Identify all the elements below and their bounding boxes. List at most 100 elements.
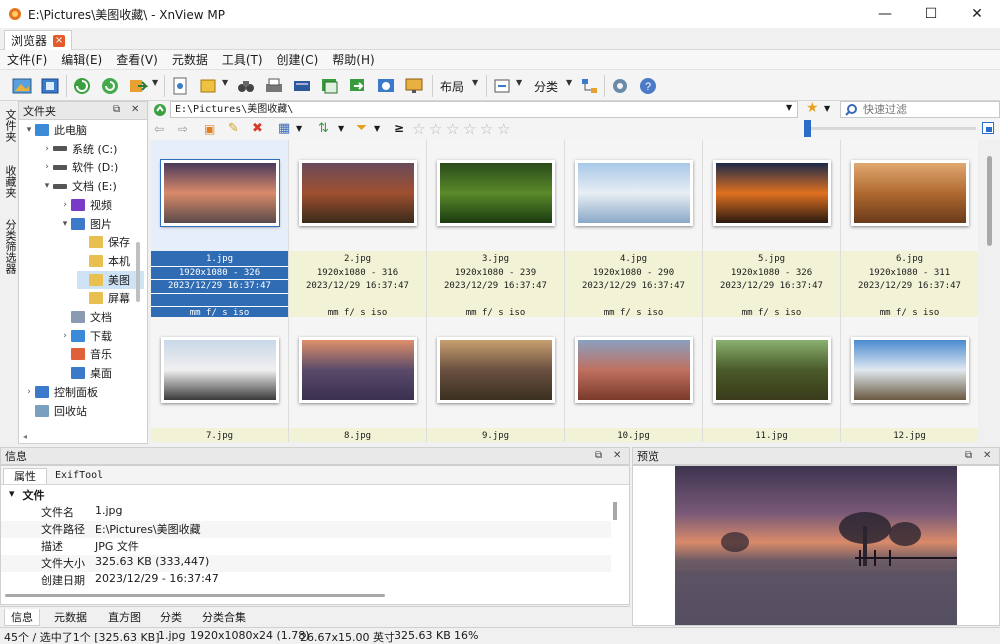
filter-dropdown-icon[interactable]: ▼ [374,124,380,133]
tab-close-icon[interactable]: × [53,34,66,47]
side-tab-favorites[interactable]: 收藏夹 [2,165,18,198]
category-button[interactable]: 分类 [534,78,558,95]
tree-item[interactable]: › 控制面板 [23,383,98,401]
thumbnail-view-icon[interactable]: ▦ [278,121,290,136]
menu-create[interactable]: 创建(C) [270,51,326,68]
sort-dropdown-icon[interactable]: ▼ [338,124,344,133]
address-dropdown-icon[interactable]: ▼ [786,103,792,112]
tree-scrollbar[interactable] [136,242,140,302]
thumbnail-cell[interactable]: 9.jpg [427,317,565,442]
float-panel-icon[interactable]: ⧉ [595,450,602,461]
rating-star-icon[interactable]: ☆ [412,120,425,138]
thumbnail-image[interactable] [299,160,417,226]
open-with-icon[interactable] [196,74,220,98]
thumbnail-image[interactable] [713,337,831,403]
thumbnail-cell[interactable]: 6.jpg 1920x1080 - 311 2023/12/29 16:37:47 m… [841,140,978,318]
tree-item[interactable]: 音乐 [59,345,112,363]
thumbnail-image[interactable] [713,160,831,226]
info-scrollbar[interactable] [613,502,617,520]
filter-funnel-icon[interactable]: ⏷ [356,120,367,136]
slideshow-icon[interactable] [374,74,398,98]
view-mode-icon[interactable] [490,74,514,98]
close-button[interactable]: ✕ [954,0,1000,28]
property-row[interactable]: 文件名 1.jpg [1,504,611,521]
section-file[interactable]: ▾ 文件 [9,487,45,503]
grid-scrollbar[interactable] [979,140,1000,442]
thumbnail-size-slider-handle[interactable] [804,120,811,137]
scanner-icon[interactable] [290,74,314,98]
tree-item[interactable]: 屏幕 [77,289,130,307]
menu-tools[interactable]: 工具(T) [215,51,270,68]
tree-item[interactable]: 本机 [77,252,130,270]
thumbnail-cell[interactable]: 2.jpg 1920x1080 - 316 2023/12/29 16:37:47 m… [289,140,427,318]
grid-scrollbar-thumb[interactable] [987,156,992,246]
browser-tab[interactable]: 浏览器 × [4,30,73,50]
menu-help[interactable]: 帮助(H) [325,51,381,68]
new-folder-icon[interactable]: ▣ [204,122,215,136]
properties-icon[interactable] [168,74,192,98]
thumbnail-view-dropdown-icon[interactable]: ▼ [296,124,302,133]
sort-icon[interactable]: ⇅ [318,121,329,136]
thumbnail-image[interactable] [851,337,969,403]
thumbnail-image[interactable] [437,337,555,403]
rating-star-icon[interactable]: ☆ [446,120,459,138]
float-panel-icon[interactable]: ⧉ [113,104,120,115]
minimize-button[interactable]: — [862,0,908,28]
property-row[interactable]: 描述 JPG 文件 [1,538,611,555]
close-panel-icon[interactable]: ✕ [131,104,139,115]
batch-convert-icon[interactable] [126,74,150,98]
fullscreen-icon[interactable] [38,74,62,98]
bottom-tab-category-sets[interactable]: 分类合集 [202,609,246,625]
expand-chevron-icon[interactable]: › [59,331,71,341]
wallpaper-icon[interactable] [402,74,426,98]
rename-icon[interactable]: ✎ [228,121,239,136]
bottom-tab-category[interactable]: 分类 [160,609,182,625]
expand-chevron-icon[interactable]: ▾ [41,181,53,191]
layout-button[interactable]: 布局 [440,78,464,95]
thumbnail-image[interactable] [299,337,417,403]
bottom-tab-histogram[interactable]: 直方图 [108,609,141,625]
rating-star-icon[interactable]: ☆ [480,120,493,138]
thumbnail-image[interactable] [160,159,280,227]
expand-chevron-icon[interactable]: ▾ [23,125,35,135]
thumbnail-cell[interactable]: 8.jpg [289,317,427,442]
bottom-tab-info[interactable]: 信息 [4,609,40,626]
thumbnail-cell[interactable]: 1.jpg 1920x1080 - 326 2023/12/29 16:37:47 m… [151,140,289,321]
favorite-dropdown-icon[interactable]: ▼ [824,104,830,113]
thumbnail-cell[interactable]: 10.jpg [565,317,703,442]
tree-item[interactable]: 文档 [59,308,112,326]
thumbnail-size-max-icon[interactable] [982,122,994,134]
thumbnail-cell[interactable]: 4.jpg 1920x1080 - 290 2023/12/29 16:37:47 m… [565,140,703,318]
expand-chevron-icon[interactable]: ▾ [59,219,71,229]
thumbnail-image[interactable] [575,337,693,403]
expand-chevron-icon[interactable]: › [41,162,53,172]
tree-item[interactable]: ▾ 此电脑 [23,121,87,139]
thumbnail-image[interactable] [851,160,969,226]
print-icon[interactable] [262,74,286,98]
tree-item[interactable]: › 下载 [59,327,112,345]
side-tab-folders[interactable]: 文件夹 [2,109,18,142]
thumbnail-image[interactable] [575,160,693,226]
expand-chevron-icon[interactable]: › [23,387,35,397]
tree-item[interactable]: › 软件 (D:) [41,158,118,176]
thumbnail-size-slider[interactable] [810,127,976,130]
forward-arrow-icon[interactable]: ⇨ [178,122,188,136]
copy-to-icon[interactable] [318,74,342,98]
tree-view-icon[interactable] [578,74,602,98]
tree-scroll-left-icon[interactable]: ◂ [23,432,27,441]
move-to-icon[interactable] [346,74,370,98]
search-binoculars-icon[interactable] [234,74,258,98]
property-row[interactable]: 文件大小 325.63 KB (333,447) [1,555,611,572]
rating-star-icon[interactable]: ☆ [497,120,510,138]
close-panel-icon[interactable]: ✕ [613,450,621,461]
tree-item[interactable]: 美图 [77,270,144,289]
property-row[interactable]: 创建日期 2023/12/29 - 16:37:47 [1,572,611,589]
subtab-exiftool[interactable]: ExifTool [45,468,113,484]
close-panel-icon[interactable]: ✕ [983,450,991,461]
menu-view[interactable]: 查看(V) [109,51,165,68]
maximize-button[interactable]: ☐ [908,0,954,28]
expand-chevron-icon[interactable]: › [59,200,71,210]
tree-item[interactable]: 桌面 [59,364,112,382]
property-row[interactable]: 文件路径 E:\Pictures\美图收藏 [1,521,611,538]
thumbnail-image[interactable] [161,337,279,403]
